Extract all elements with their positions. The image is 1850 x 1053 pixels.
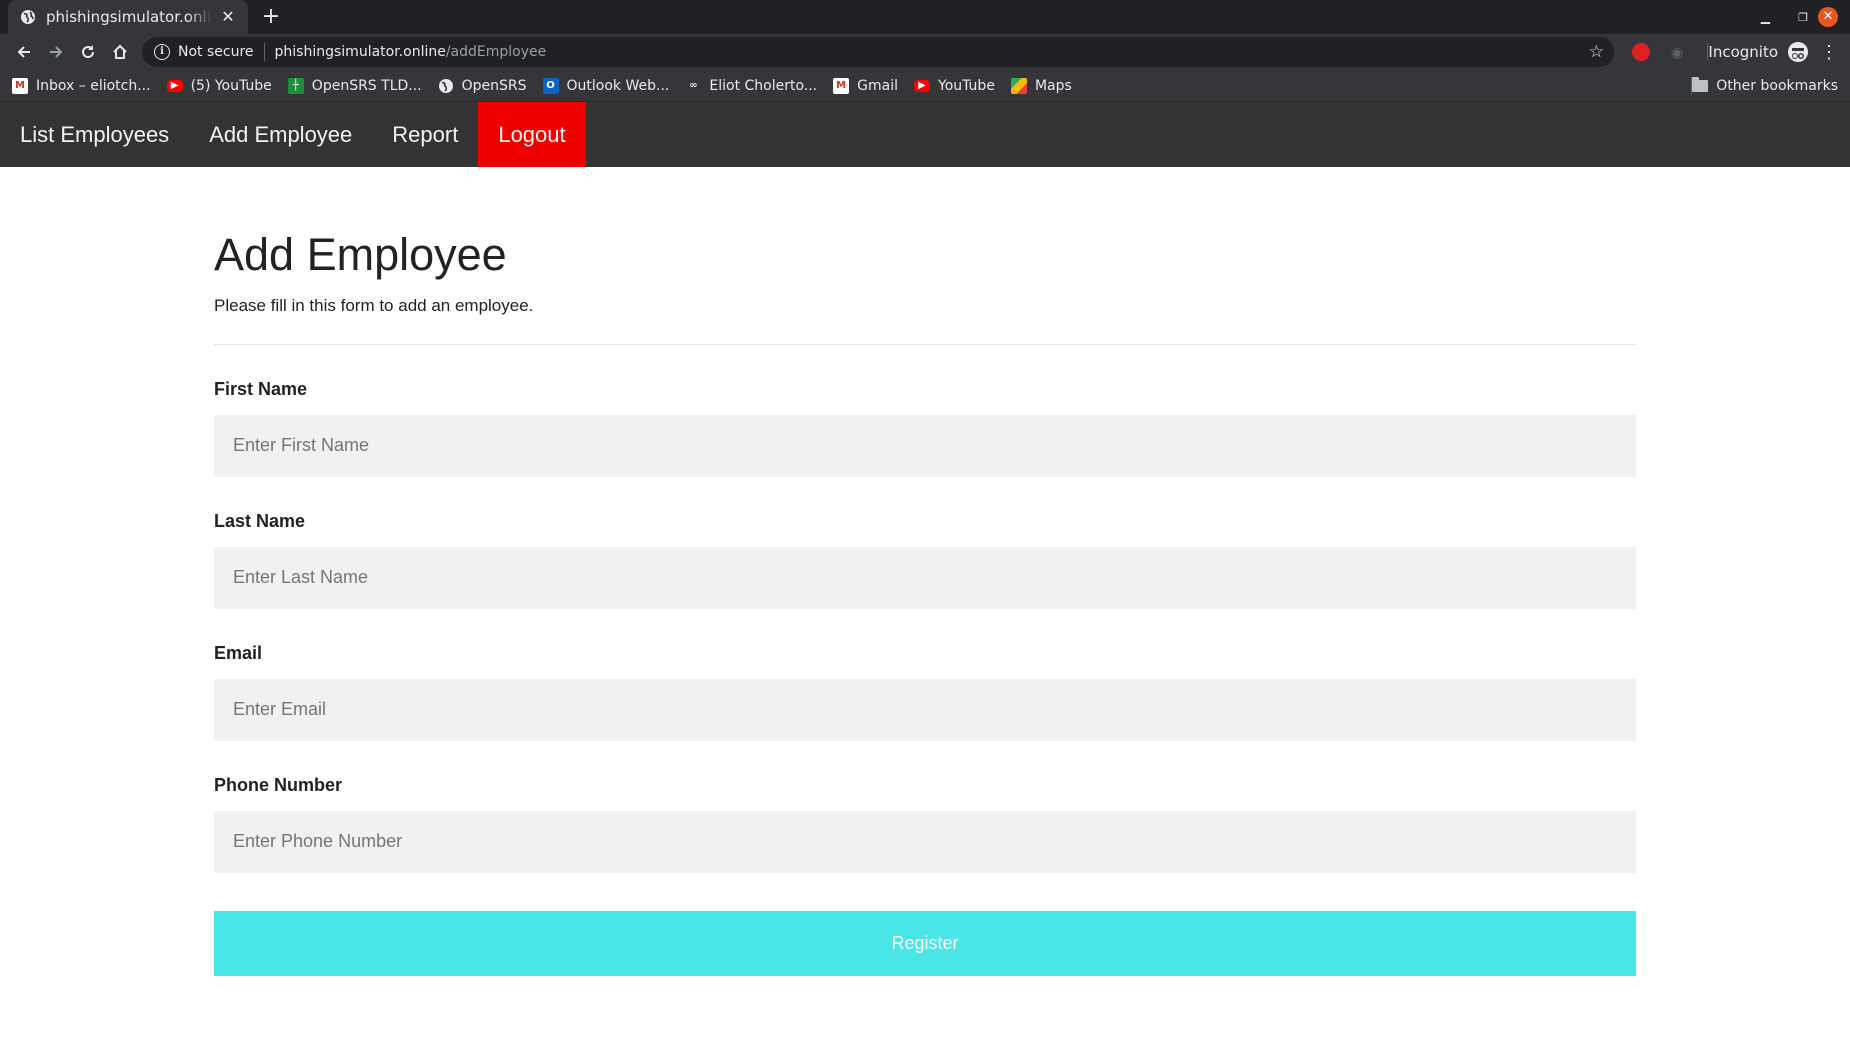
not-secure-label: Not secure xyxy=(178,44,254,60)
bookmark-label: Inbox – eliotch... xyxy=(36,77,151,94)
other-bookmarks-label: Other bookmarks xyxy=(1716,78,1838,94)
gmail-icon: M xyxy=(833,77,850,94)
browser-toolbar: i Not secure phishingsimulator.online/ad… xyxy=(0,34,1850,70)
restore-icon: ❐ xyxy=(1798,10,1808,24)
add-employee-form: Add Employee Please fill in this form to… xyxy=(214,230,1636,976)
bookmark-label: Outlook Web... xyxy=(566,77,670,94)
reload-button[interactable] xyxy=(72,36,104,68)
browser-tab[interactable]: phishingsimulator.online/addEmployee ✕ xyxy=(8,0,248,34)
window-maximize-button[interactable]: ❐ xyxy=(1798,0,1808,34)
bookmark-label: Maps xyxy=(1034,77,1072,94)
reload-icon xyxy=(82,45,95,59)
nav-report[interactable]: Report xyxy=(372,102,478,167)
bookmark-label: Eliot Cholerto... xyxy=(709,77,818,94)
gmail-icon: M xyxy=(12,77,28,94)
info-icon[interactable]: i xyxy=(154,44,170,60)
globe-icon xyxy=(21,10,35,24)
bookmark-item[interactable]: M Gmail xyxy=(833,77,898,94)
url-path: /addEmployee xyxy=(445,44,547,60)
nav-add-employee[interactable]: Add Employee xyxy=(189,102,372,167)
maps-icon xyxy=(1010,77,1027,94)
bookmark-item[interactable]: ▶ YouTube xyxy=(914,78,995,94)
bookmark-item[interactable]: Maps xyxy=(1010,77,1072,94)
youtube-icon: ▶ xyxy=(914,79,930,92)
page-title: Add Employee xyxy=(214,229,507,280)
bookmark-star-icon[interactable]: ☆ xyxy=(1589,42,1604,62)
eye-icon[interactable]: ◉ xyxy=(1668,43,1686,61)
bookmark-item[interactable]: OpenSRS xyxy=(438,78,527,94)
tab-title: phishingsimulator.online/addEmployee xyxy=(46,8,212,26)
bookmark-item[interactable]: ∞ Eliot Cholerto... xyxy=(685,78,817,94)
forward-button[interactable] xyxy=(40,36,72,68)
first-name-label: First Name xyxy=(214,378,308,399)
other-bookmarks[interactable]: Other bookmarks xyxy=(1692,70,1838,102)
last-name-label: Last Name xyxy=(214,510,306,531)
bookmark-label: OpenSRS TLD... xyxy=(311,77,422,94)
omnibox-divider xyxy=(263,43,265,61)
bookmark-item[interactable]: ┼ OpenSRS TLD... xyxy=(287,77,422,94)
bookmark-label: OpenSRS xyxy=(461,77,527,94)
new-tab-button[interactable]: + xyxy=(258,4,284,30)
bookmark-item[interactable]: M Inbox – eliotch... xyxy=(12,77,151,94)
email-input[interactable] xyxy=(214,678,1636,741)
register-button[interactable]: Register xyxy=(214,910,1636,976)
phone-number-label: Phone Number xyxy=(214,774,343,795)
opensrs-tld-icon: ┼ xyxy=(287,77,304,94)
minimize-icon: ▁ xyxy=(1760,10,1770,24)
glasses-icon: ∞ xyxy=(689,80,698,91)
bookmark-label: (5) YouTube xyxy=(190,77,272,94)
outlook-icon: O xyxy=(542,77,559,94)
extension-icon[interactable] xyxy=(1632,43,1650,61)
bookmark-item[interactable]: ▶ (5) YouTube xyxy=(166,77,272,94)
bookmark-label: YouTube xyxy=(938,77,995,94)
nav-list-employees[interactable]: List Employees xyxy=(0,102,189,167)
address-bar[interactable]: i Not secure phishingsimulator.online/ad… xyxy=(142,37,1614,67)
last-name-input[interactable] xyxy=(214,546,1636,609)
bookmark-item[interactable]: O Outlook Web... xyxy=(542,77,670,94)
browser-tabstrip: phishingsimulator.online/addEmployee ✕ +… xyxy=(0,0,1850,34)
close-icon: ✕ xyxy=(1818,7,1838,27)
app-navbar: List Employees Add Employee Report Logou… xyxy=(0,102,1850,167)
form-instructions: Please fill in this form to add an emplo… xyxy=(214,295,534,315)
url-host: phishingsimulator.online xyxy=(274,44,446,60)
window-close-button[interactable]: ✕ xyxy=(1818,0,1838,34)
bookmarks-bar: M Inbox – eliotch... ▶ (5) YouTube ┼ OpenSR… xyxy=(0,70,1850,102)
folder-icon xyxy=(1692,77,1709,92)
globe-icon xyxy=(438,78,453,93)
incognito-icon xyxy=(1788,42,1808,62)
incognito-label: Incognito xyxy=(1708,43,1778,61)
divider xyxy=(214,343,1636,345)
arrow-left-icon xyxy=(17,46,30,58)
more-menu-icon[interactable]: ⋮ xyxy=(1820,42,1838,62)
incognito-indicator[interactable]: Incognito xyxy=(1708,34,1808,70)
window-minimize-button[interactable]: ▁ xyxy=(1761,0,1770,34)
phone-number-input[interactable] xyxy=(214,810,1636,873)
arrow-right-icon xyxy=(50,46,63,58)
tab-close-icon[interactable]: ✕ xyxy=(220,9,236,25)
first-name-input[interactable] xyxy=(214,414,1636,477)
nav-logout[interactable]: Logout xyxy=(478,102,586,167)
youtube-icon: ▶ xyxy=(166,79,183,92)
email-label: Email xyxy=(214,642,263,663)
back-button[interactable] xyxy=(8,36,40,68)
home-icon xyxy=(113,44,127,59)
home-button[interactable] xyxy=(104,36,136,68)
bookmark-label: Gmail xyxy=(857,77,898,94)
